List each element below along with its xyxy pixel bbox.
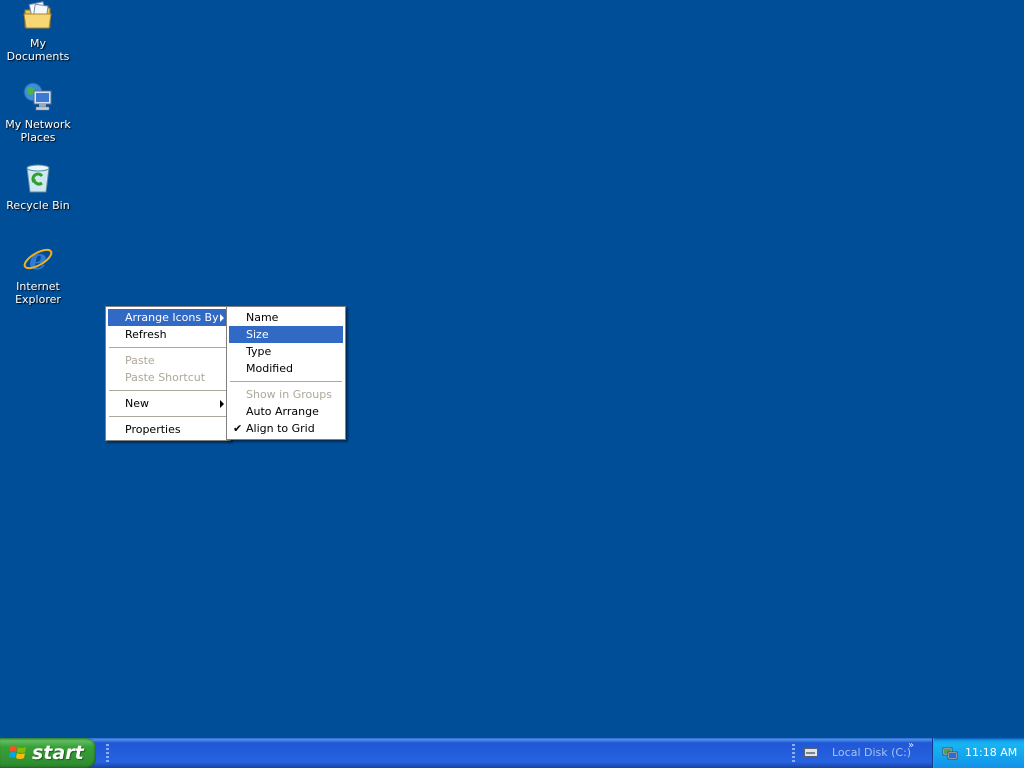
windows-flag-icon (9, 746, 26, 759)
menu-item-label: Arrange Icons By (125, 311, 219, 324)
drive-icon (804, 748, 818, 757)
recycle-bin-icon (22, 162, 54, 194)
address-toolbar[interactable]: Local Disk (C:) » (792, 738, 928, 768)
menu-item-label: Size (246, 328, 269, 341)
menu-item-paste[interactable]: Paste (108, 352, 228, 369)
menu-separator (109, 416, 227, 417)
submenu-item-auto-arrange[interactable]: Auto Arrange (229, 403, 343, 420)
toolbar-chevron-icon[interactable]: » (908, 740, 914, 751)
menu-separator (230, 381, 342, 382)
menu-item-label: Modified (246, 362, 293, 375)
menu-item-refresh[interactable]: Refresh (108, 326, 228, 343)
desktop-icon-label: My Documents (6, 37, 70, 63)
menu-item-properties[interactable]: Properties (108, 421, 228, 438)
internet-explorer-icon: e (22, 243, 54, 275)
submenu-item-modified[interactable]: Modified (229, 360, 343, 377)
menu-item-label: Auto Arrange (246, 405, 319, 418)
menu-item-label: Properties (125, 423, 181, 436)
my-documents-icon (22, 0, 54, 32)
submenu-arrow-icon (220, 314, 224, 322)
desktop-icon-label: Recycle Bin (6, 199, 70, 212)
menu-item-label: Paste (125, 354, 155, 367)
desktop-icon-label: My Network Places (5, 118, 71, 144)
menu-item-label: Name (246, 311, 279, 324)
desktop-icon-my-network-places[interactable]: My Network Places (0, 81, 76, 144)
submenu-item-show-in-groups[interactable]: Show in Groups (229, 386, 343, 403)
menu-item-label: Refresh (125, 328, 167, 341)
address-toolbar-label: Local Disk (C:) (832, 746, 912, 759)
system-tray: 11:18 AM (932, 738, 1024, 768)
desktop-icon-label: Internet Explorer (15, 280, 61, 306)
network-places-icon (22, 81, 54, 113)
desktop-icon-my-documents[interactable]: My Documents (0, 0, 76, 63)
menu-item-paste-shortcut[interactable]: Paste Shortcut (108, 369, 228, 386)
submenu-item-type[interactable]: Type (229, 343, 343, 360)
menu-item-new[interactable]: New (108, 395, 228, 412)
desktop-icon-internet-explorer[interactable]: e Internet Explorer (0, 243, 76, 306)
menu-item-arrange-icons-by[interactable]: Arrange Icons By (108, 309, 228, 326)
arrange-icons-submenu: Name Size Type Modified Show in Groups A… (226, 306, 346, 440)
start-label: start (32, 742, 84, 764)
desktop-context-menu: Arrange Icons By Refresh Paste Paste Sho… (105, 306, 231, 441)
submenu-item-align-to-grid[interactable]: ✔ Align to Grid (229, 420, 343, 437)
svg-text:e: e (29, 243, 47, 275)
clock[interactable]: 11:18 AM (965, 746, 1017, 759)
submenu-item-size[interactable]: Size (229, 326, 343, 343)
start-button[interactable]: start (0, 738, 96, 768)
toolbar-grip[interactable] (792, 744, 795, 764)
submenu-arrow-icon (220, 400, 224, 408)
taskbar-grip[interactable] (106, 744, 109, 764)
menu-item-label: New (125, 397, 149, 410)
menu-separator (109, 347, 227, 348)
network-tray-icon[interactable] (942, 745, 958, 761)
menu-item-label: Show in Groups (246, 388, 332, 401)
desktop[interactable]: My Documents My Network Places Recycle B… (0, 0, 1024, 738)
menu-item-label: Paste Shortcut (125, 371, 206, 384)
menu-item-label: Align to Grid (246, 422, 315, 435)
submenu-item-name[interactable]: Name (229, 309, 343, 326)
taskbar: start Local Disk (C:) » 11:18 AM (0, 738, 1024, 768)
checkmark-icon: ✔ (233, 422, 243, 435)
menu-item-label: Type (246, 345, 272, 358)
menu-separator (109, 390, 227, 391)
desktop-icon-recycle-bin[interactable]: Recycle Bin (0, 162, 76, 212)
